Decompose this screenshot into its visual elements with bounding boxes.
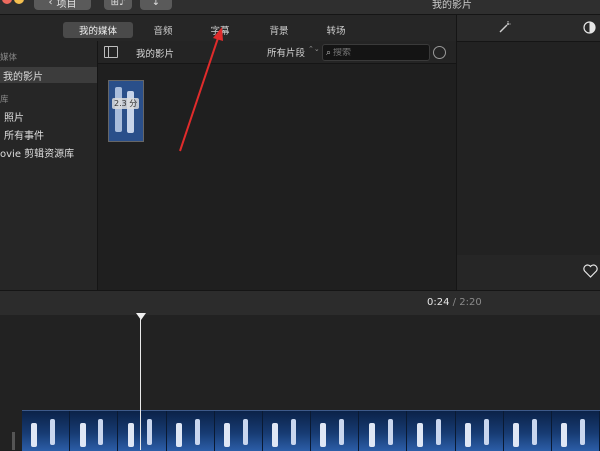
clip-filter-select[interactable]: 所有片段 ⌃⌄	[267, 45, 320, 59]
window-title: 我的影片	[432, 0, 472, 11]
sidebar-item-label: 照片	[4, 112, 24, 124]
updown-chevron-icon: ⌃⌄	[308, 45, 320, 53]
sidebar-item-all-events[interactable]: 所有事件	[0, 126, 97, 142]
magic-wand-icon[interactable]	[497, 21, 511, 35]
viewer-screen	[457, 42, 600, 255]
sidebar-item-label: 所有事件	[4, 130, 44, 142]
browser-title: 我的影片	[136, 49, 175, 60]
playhead-line[interactable]	[140, 319, 141, 450]
sidebar-item-label: 我的影片	[3, 71, 43, 83]
clip-duration-badge: 2.3 分	[112, 98, 140, 109]
search-input[interactable]	[331, 47, 414, 58]
clip-frame	[311, 411, 360, 451]
clip-frame	[359, 411, 408, 451]
time-separator: /	[452, 297, 457, 308]
search-field[interactable]: ⌕	[322, 44, 430, 61]
search-icon: ⌕	[326, 47, 332, 58]
library-sidebar: 媒体 我的影片 库 照片 所有事件 ovie 剪辑资源库	[0, 41, 98, 290]
sidebar-section-media: 媒体	[0, 53, 18, 63]
import-button[interactable]: ↓	[140, 0, 172, 10]
sidebar-item-label: ovie 剪辑资源库	[0, 148, 75, 160]
clip-filter-label: 所有片段	[267, 48, 306, 59]
browser-toolbar: 我的影片 所有片段 ⌃⌄ ⌕	[98, 41, 456, 64]
viewer-panel	[456, 15, 600, 290]
thumbnail-figure	[115, 87, 122, 132]
title-bar: ‹ 项目 ⊞♪ ↓ 我的影片	[0, 0, 600, 15]
clip-frame	[70, 411, 119, 451]
current-time: 0:24	[427, 297, 450, 308]
total-time: 2:20	[459, 297, 482, 308]
media-icon: ⊞♪	[110, 0, 126, 8]
clip-frame	[166, 411, 215, 451]
back-to-projects-button[interactable]: ‹ 项目	[34, 0, 91, 10]
chevron-left-icon: ‹	[48, 0, 53, 8]
viewer-bottom-bar	[457, 256, 600, 290]
tab-my-media[interactable]: 我的媒体	[63, 22, 133, 38]
heart-icon[interactable]	[583, 264, 598, 278]
tab-backgrounds[interactable]: 背景	[261, 22, 297, 38]
clip-frame	[407, 411, 456, 451]
tab-audio[interactable]: 音频	[145, 22, 181, 38]
color-balance-icon[interactable]	[583, 21, 596, 34]
clip-frame	[455, 411, 504, 451]
sidebar-item-imovie-library[interactable]: ovie 剪辑资源库	[0, 144, 97, 160]
media-browser: 我的影片 所有片段 ⌃⌄ ⌕ 2.3 分	[98, 41, 456, 290]
video-clip-thumbnail[interactable]: 2.3 分	[108, 80, 144, 142]
playhead-marker[interactable]	[136, 313, 146, 320]
sidebar-toggle-icon[interactable]	[104, 46, 118, 58]
browser-tabs: 我的媒体 音频 字幕 背景 转场	[0, 15, 456, 41]
back-button-label: 项目	[56, 0, 77, 10]
timecode-display: 0:24 / 2:20	[427, 297, 482, 308]
clip-frame	[22, 411, 71, 451]
clip-trim-handle[interactable]	[12, 432, 15, 450]
sidebar-item-photos[interactable]: 照片	[0, 108, 97, 124]
minimize-window-button[interactable]	[14, 0, 24, 4]
sidebar-item-my-movie[interactable]: 我的影片	[0, 67, 97, 83]
media-toggle-button[interactable]: ⊞♪	[104, 0, 132, 10]
tab-titles[interactable]: 字幕	[202, 22, 238, 38]
clip-frame	[262, 411, 312, 451]
tab-transitions[interactable]: 转场	[318, 22, 354, 38]
settings-gear-icon[interactable]	[433, 46, 446, 59]
viewer-toolbar	[457, 15, 600, 42]
clip-frame	[503, 411, 552, 451]
timeline-header: 0:24 / 2:20	[0, 290, 600, 316]
sidebar-section-library: 库	[0, 95, 9, 105]
import-icon: ↓	[151, 0, 161, 8]
clip-frame	[551, 411, 600, 451]
close-window-button[interactable]	[2, 0, 12, 4]
timeline-video-clip[interactable]	[22, 410, 600, 451]
clip-frame	[214, 411, 263, 451]
clip-frame	[118, 411, 167, 451]
